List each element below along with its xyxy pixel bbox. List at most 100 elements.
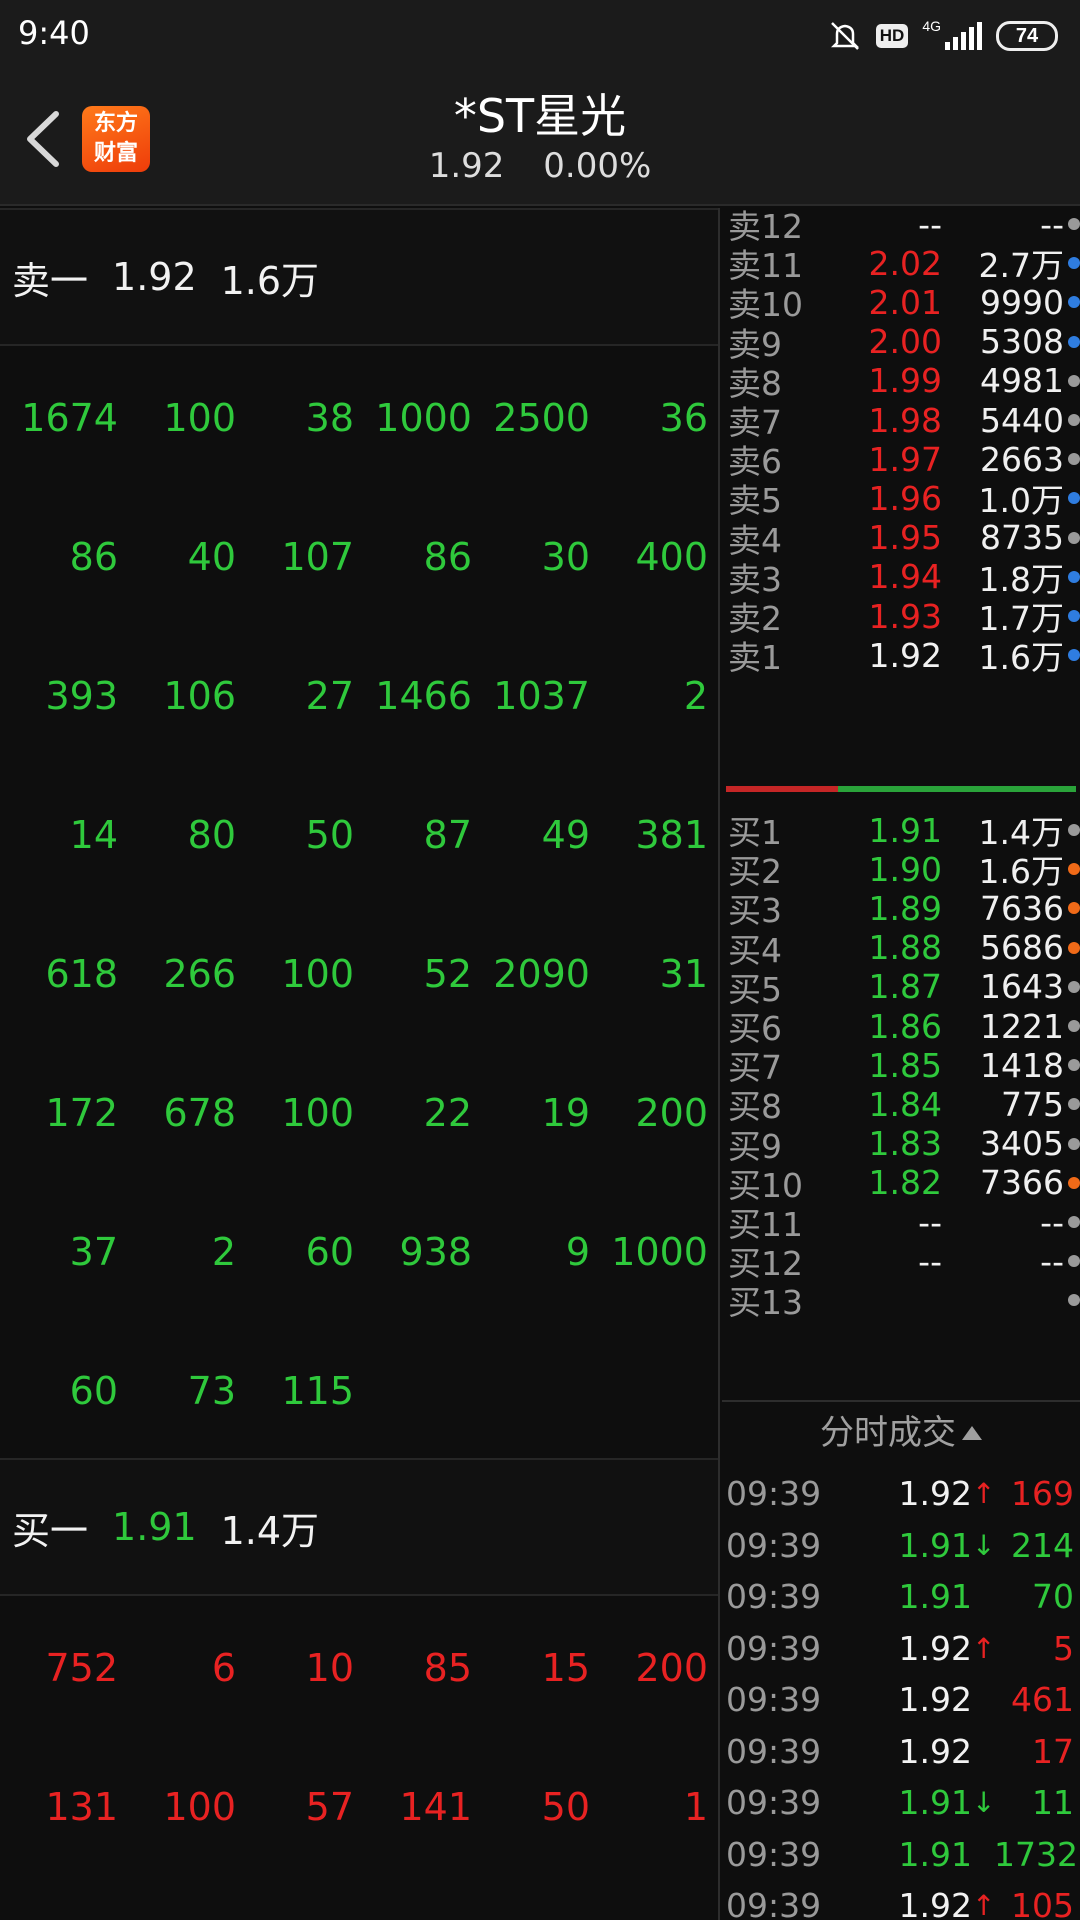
trade-price: 1.92 <box>898 1731 972 1771</box>
queue-order-volume: 85 <box>423 1645 472 1690</box>
bid-volume: 3405 <box>980 1124 1064 1164</box>
trade-time: 09:39 <box>726 1731 822 1771</box>
queue-order-volume: 266 <box>163 951 236 996</box>
status-dot <box>1068 218 1080 230</box>
trade-row: 09:39 1.92 461 <box>722 1674 1080 1725</box>
queue-order-volume: 87 <box>423 812 472 857</box>
queue-order-volume: 200 <box>635 1645 708 1690</box>
queue-order-volume: 40 <box>187 534 236 579</box>
queue-order-volume: 57 <box>305 1784 354 1829</box>
bid-volume: -- <box>1040 1241 1064 1281</box>
queue-order-volume: 15 <box>541 1645 590 1690</box>
order-book[interactable]: 卖12 -- -- 卖11 2.02 2.7万 卖10 2.01 9990 卖9 2.00 5308 卖… <box>722 208 1080 1398</box>
bid-volume: 1643 <box>980 967 1064 1007</box>
status-dot <box>1068 570 1080 583</box>
queue-order-volume: 106 <box>163 673 236 718</box>
trade-price: 1.92 <box>898 1886 972 1920</box>
trade-row: 09:39 1.92 ↑ 5 <box>722 1623 1080 1674</box>
queue-order-volume: 50 <box>305 812 354 857</box>
queue-panel: 卖一 1.92 1.6万 1674 100 38 1000 2500 36 86 40 107 8… <box>0 208 720 1920</box>
trade-price: 1.92 <box>898 1474 972 1513</box>
triangle-up-icon <box>962 1426 982 1440</box>
ask-volume: 5308 <box>980 322 1064 362</box>
queue-order-volume: 6 <box>211 1645 236 1690</box>
queue-order-volume: 938 <box>399 1229 472 1274</box>
ask-volume: 5440 <box>980 400 1064 440</box>
bid-volume: 7366 <box>980 1163 1064 1203</box>
queue-order-volume: 2500 <box>493 395 590 440</box>
ask-price: 1.93 <box>868 596 942 636</box>
ask-price: 1.99 <box>868 361 942 401</box>
ask-volume: 9990 <box>980 282 1064 322</box>
status-dot <box>1068 824 1080 836</box>
battery-icon: 74 <box>996 21 1058 51</box>
trade-time: 09:39 <box>726 1577 822 1616</box>
trade-row: 09:39 1.92 17 <box>722 1726 1080 1777</box>
status-dot <box>1068 610 1080 622</box>
trade-time: 09:39 <box>726 1783 822 1822</box>
queue-row: 393 106 27 1466 1037 2 <box>0 626 718 765</box>
queue-order-volume: 393 <box>45 673 118 718</box>
trades-title: 分时成交 <box>820 1413 956 1453</box>
queue-order-volume: 1000 <box>375 395 472 440</box>
queue-order-volume: 30 <box>541 534 590 579</box>
ask-price: 1.94 <box>868 557 942 597</box>
queue-order-volume: 52 <box>423 951 472 996</box>
trades-header[interactable]: 分时成交 <box>722 1400 1080 1462</box>
bid-price: 1.91 <box>868 810 942 850</box>
queue-order-volume: 2 <box>211 1229 236 1274</box>
bid-volume: -- <box>1040 1202 1064 1242</box>
queue-order-volume: 10 <box>305 1645 354 1690</box>
sell-one-price: 1.92 <box>112 255 197 299</box>
queue-row: 1674 100 38 1000 2500 36 <box>0 348 718 487</box>
queue-order-volume: 14 <box>69 812 118 857</box>
trade-price: 1.91 <box>898 1525 972 1565</box>
queue-order-volume: 9 <box>565 1229 590 1274</box>
queue-order-volume: 141 <box>399 1784 472 1829</box>
queue-order-volume: 1037 <box>493 673 590 718</box>
ask-row[interactable]: 卖1 1.92 1.6万 <box>722 631 1080 679</box>
queue-order-volume: 50 <box>541 1784 590 1829</box>
trade-direction-arrow: ↓ <box>972 1786 996 1819</box>
status-dot <box>1068 1216 1080 1228</box>
bid-row[interactable]: 买13 <box>722 1276 1080 1324</box>
queue-order-volume: 38 <box>305 395 354 440</box>
queue-order-volume: 115 <box>281 1368 354 1413</box>
bid-ask-divider <box>726 786 1076 792</box>
network-label: 4G <box>922 18 941 34</box>
status-dot <box>1068 1098 1080 1111</box>
queue-row: 60 73 115 <box>0 1321 718 1460</box>
ask-price: 1.96 <box>868 478 942 518</box>
bid-volume: 775 <box>1001 1084 1064 1124</box>
ask-price: 2.01 <box>868 282 942 322</box>
status-dot <box>1068 1255 1080 1268</box>
trade-price: 1.91 <box>898 1834 972 1874</box>
ask-volume: 8735 <box>980 518 1064 558</box>
status-dot <box>1068 531 1080 544</box>
trade-price: 1.91 <box>898 1783 972 1822</box>
ask-price: 2.02 <box>868 243 942 283</box>
trade-price: 1.92 <box>898 1680 972 1719</box>
bid-price: 1.89 <box>868 888 942 928</box>
trade-time: 09:39 <box>726 1834 822 1874</box>
sell-one-header[interactable]: 卖一 1.92 1.6万 <box>0 208 718 346</box>
ask-volume: -- <box>1040 208 1064 244</box>
status-dot <box>1068 1059 1080 1072</box>
battery-level: 74 <box>1015 24 1039 47</box>
queue-order-volume: 1466 <box>375 673 472 718</box>
queue-row: 752 6 10 85 15 200 <box>0 1598 718 1737</box>
queue-order-volume: 107 <box>281 534 354 579</box>
app-header: 东方 财富 *ST星光 1.92 0.00% <box>0 70 1080 206</box>
stock-title: *ST星光 <box>453 89 627 143</box>
queue-order-volume: 1000 <box>611 1229 708 1274</box>
queue-order-volume: 100 <box>163 395 236 440</box>
buy-one-header[interactable]: 买一 1.91 1.4万 <box>0 1458 718 1596</box>
bid-price: 1.84 <box>868 1084 942 1124</box>
queue-order-volume: 678 <box>163 1090 236 1135</box>
queue-order-volume: 60 <box>69 1368 118 1413</box>
trade-price: 1.92 <box>898 1628 972 1668</box>
ask-volume: 4981 <box>980 361 1064 401</box>
ask-price: 1.95 <box>868 518 942 558</box>
bid-volume: 1418 <box>980 1045 1064 1085</box>
queue-row: 172 678 100 22 19 200 <box>0 1043 718 1182</box>
